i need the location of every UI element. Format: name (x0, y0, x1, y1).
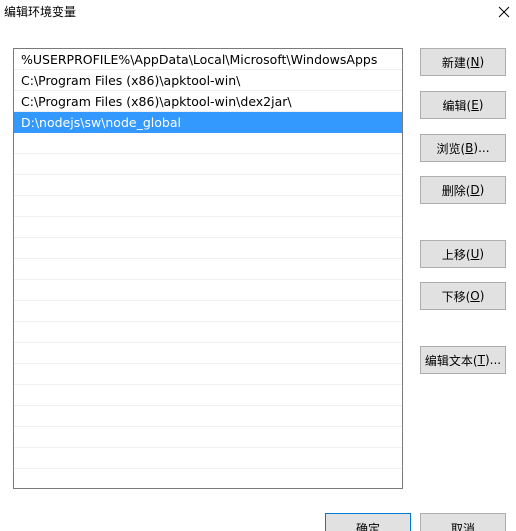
empty-row[interactable] (14, 280, 402, 301)
empty-row[interactable] (14, 133, 402, 154)
browse-button-suffix: )... (473, 141, 490, 155)
move-up-button[interactable]: 上移(U) (420, 240, 506, 268)
delete-button-suffix: ) (479, 183, 485, 197)
empty-row[interactable] (14, 154, 402, 175)
edit-button[interactable]: 编辑(E) (420, 91, 506, 119)
list-item[interactable]: C:\Program Files (x86)\apktool-win\ (14, 70, 402, 91)
empty-row[interactable] (14, 301, 402, 322)
edit-env-variable-dialog: 编辑环境变量 %USERPROFILE%\AppData\Local\Micro… (0, 0, 516, 531)
empty-row[interactable] (14, 322, 402, 343)
empty-row[interactable] (14, 259, 402, 280)
edit-button-mnemonic: E (471, 98, 479, 112)
move-down-button[interactable]: 下移(O) (420, 282, 506, 310)
list-item-selected[interactable]: D:\nodejs\sw\node_global (14, 112, 402, 133)
close-button[interactable] (492, 0, 516, 24)
move-up-button-mnemonic: U (470, 247, 480, 261)
empty-row[interactable] (14, 343, 402, 364)
cancel-button-label: 取消 (450, 522, 475, 531)
empty-row[interactable] (14, 427, 402, 448)
ok-button[interactable]: 确定 (325, 513, 411, 531)
empty-row[interactable] (14, 175, 402, 196)
new-button-label: 新建( (441, 55, 471, 70)
empty-row[interactable] (14, 196, 402, 217)
ok-button-label: 确定 (355, 522, 380, 531)
edit-button-suffix: ) (478, 98, 484, 112)
empty-row[interactable] (14, 217, 402, 238)
move-down-button-suffix: ) (479, 289, 485, 303)
new-button-suffix: ) (479, 55, 485, 69)
edit-text-button-suffix: )... (484, 353, 502, 367)
move-up-button-suffix: ) (479, 247, 485, 261)
new-button[interactable]: 新建(N) (420, 48, 506, 76)
browse-button[interactable]: 浏览(B)... (420, 134, 506, 162)
move-up-button-label: 上移( (441, 247, 471, 262)
path-listbox[interactable]: %USERPROFILE%\AppData\Local\Microsoft\Wi… (13, 48, 403, 489)
empty-row[interactable] (14, 364, 402, 385)
browse-button-label: 浏览( (436, 141, 466, 156)
close-icon (498, 6, 510, 18)
edit-text-button-label: 编辑文本( (424, 353, 478, 368)
move-down-button-label: 下移( (441, 289, 471, 304)
browse-button-mnemonic: B (465, 141, 474, 155)
delete-button-label: 删除( (441, 183, 471, 198)
empty-row[interactable] (14, 238, 402, 259)
delete-button-mnemonic: D (470, 183, 480, 197)
list-item[interactable]: %USERPROFILE%\AppData\Local\Microsoft\Wi… (14, 49, 402, 70)
list-item[interactable]: C:\Program Files (x86)\apktool-win\dex2j… (14, 91, 402, 112)
move-down-button-mnemonic: O (470, 289, 480, 303)
empty-row[interactable] (14, 448, 402, 469)
edit-text-button[interactable]: 编辑文本(T)... (420, 346, 506, 374)
edit-button-label: 编辑( (442, 98, 472, 113)
window-title: 编辑环境变量 (4, 5, 77, 19)
edit-text-button-mnemonic: T (477, 353, 485, 367)
empty-row[interactable] (14, 385, 402, 406)
empty-row[interactable] (14, 406, 402, 427)
new-button-mnemonic: N (470, 55, 480, 69)
delete-button[interactable]: 删除(D) (420, 176, 506, 204)
cancel-button[interactable]: 取消 (420, 513, 506, 531)
empty-row[interactable] (14, 469, 402, 488)
